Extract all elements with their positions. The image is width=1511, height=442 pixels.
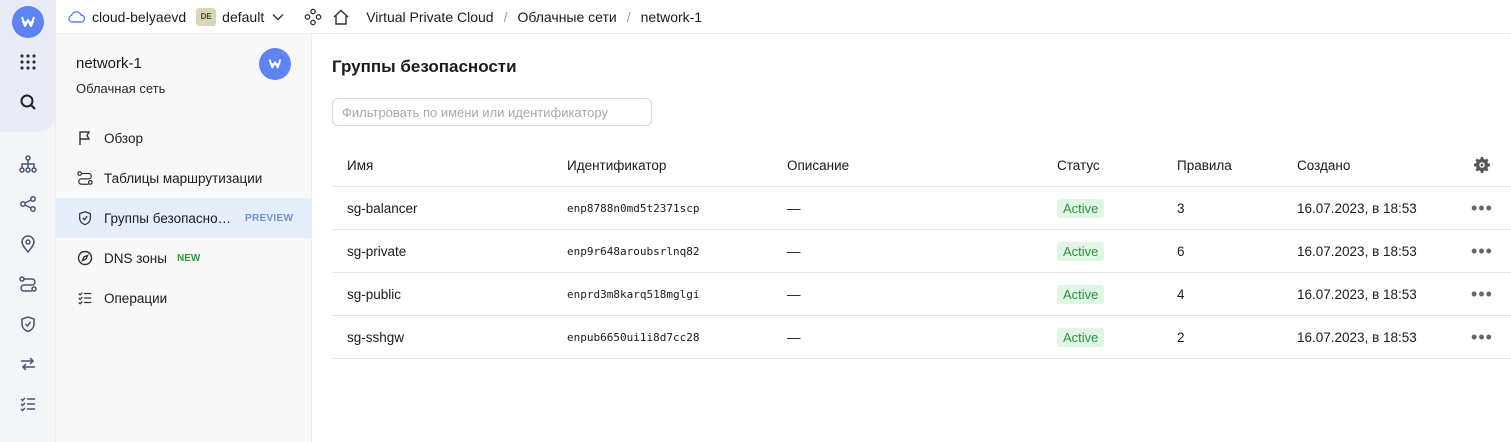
cell-name: sg-sshgw (347, 329, 405, 345)
services-icon[interactable] (304, 8, 322, 26)
table-row[interactable]: sg-sshgw enpub6650ui1i8d7cc28 — Active 2… (332, 316, 1511, 359)
page-title: Группы безопасности (332, 57, 517, 76)
cell-rules: 2 (1177, 329, 1185, 345)
chevron-down-icon (272, 13, 284, 21)
cell-description: — (787, 286, 801, 302)
table-header: Имя Идентификатор Описание Статус Правил… (332, 144, 1511, 187)
cell-id: enp9r648aroubsrlnq82 (567, 244, 700, 258)
cell-status: Active (1057, 187, 1105, 229)
status-badge: Active (1057, 198, 1105, 218)
sidebar-item-label: Операции (104, 290, 168, 306)
top-bar: cloud-belyaevd DE default Virtual Privat… (56, 0, 1511, 34)
sidebar-item-security-groups[interactable]: Группы безопасности PREVIEW (56, 198, 312, 238)
cell-status: Active (1057, 230, 1105, 272)
cloud-selector[interactable]: cloud-belyaevd (68, 9, 186, 25)
main-content: Группы безопасности Имя Идентификатор Оп… (312, 34, 1511, 442)
cell-id: enprd3m8karq518mglgi (567, 287, 700, 301)
vpc-service-icon (259, 48, 291, 80)
transfer-icon[interactable] (16, 352, 40, 376)
breadcrumb-vpc[interactable]: Virtual Private Cloud (366, 9, 493, 25)
column-header-name[interactable]: Имя (347, 144, 373, 186)
shield-icon (76, 209, 94, 227)
folder-selector[interactable]: DE default (196, 7, 284, 26)
preview-tag: PREVIEW (245, 212, 294, 224)
cell-name: sg-private (347, 243, 407, 259)
shield-icon[interactable] (16, 312, 40, 336)
column-header-rules[interactable]: Правила (1177, 144, 1232, 186)
cell-rules: 4 (1177, 286, 1185, 302)
route-icon[interactable] (16, 272, 40, 296)
cell-name: sg-public (347, 286, 402, 302)
cloud-name: cloud-belyaevd (92, 8, 187, 25)
app-rail (0, 0, 56, 442)
home-icon[interactable] (332, 8, 350, 26)
compass-icon (76, 249, 94, 267)
sidebar-item-overview[interactable]: Обзор (56, 118, 312, 158)
cell-description: — (787, 243, 801, 259)
sidebar-item-dns-zones[interactable]: DNS зоны NEW (56, 238, 312, 278)
column-header-id[interactable]: Идентификатор (567, 144, 666, 186)
apps-grid-icon[interactable] (16, 50, 40, 74)
row-actions-icon[interactable]: ••• (1462, 273, 1502, 315)
breadcrumb-separator: / (626, 8, 631, 25)
column-header-status[interactable]: Статус (1057, 144, 1100, 186)
network-sidebar: network-1 Облачная сеть Обзор Таблицы ма… (56, 34, 312, 442)
status-badge: Active (1057, 327, 1105, 347)
row-actions-icon[interactable]: ••• (1462, 230, 1502, 272)
location-icon[interactable] (16, 232, 40, 256)
cell-status: Active (1057, 316, 1105, 358)
cell-created: 16.07.2023, в 18:53 (1297, 243, 1417, 259)
list-check-icon (76, 289, 94, 307)
table-row[interactable]: sg-balancer enp8788n0md5t2371scp — Activ… (332, 187, 1511, 230)
cell-rules: 6 (1177, 243, 1185, 259)
sidebar-item-route-tables[interactable]: Таблицы маршрутизации (56, 158, 312, 198)
cell-id: enpub6650ui1i8d7cc28 (567, 330, 700, 344)
folder-badge: DE (196, 7, 217, 26)
row-actions-icon[interactable]: ••• (1462, 187, 1502, 229)
route-icon (76, 169, 94, 187)
sidebar-item-label: Таблицы маршрутизации (104, 170, 263, 186)
nodes-icon[interactable] (16, 192, 40, 216)
column-header-created[interactable]: Создано (1297, 144, 1350, 186)
filter-input[interactable] (332, 98, 652, 126)
breadcrumb: Virtual Private Cloud / Облачные сети / … (366, 9, 702, 25)
status-badge: Active (1057, 241, 1105, 261)
breadcrumb-current: network-1 (640, 8, 703, 25)
new-tag: NEW (176, 252, 201, 264)
table-row[interactable]: sg-private enp9r648aroubsrlnq82 — Active… (332, 230, 1511, 273)
flag-icon (76, 129, 94, 147)
folder-name: default (222, 8, 265, 25)
network-icon[interactable] (16, 152, 40, 176)
breadcrumb-networks[interactable]: Облачные сети (517, 9, 616, 25)
cell-name: sg-balancer (347, 200, 418, 216)
sidebar-item-operations[interactable]: Операции (56, 278, 312, 318)
status-badge: Active (1057, 284, 1105, 304)
breadcrumb-separator: / (503, 8, 508, 25)
table-row[interactable]: sg-public enprd3m8karq518mglgi — Active … (332, 273, 1511, 316)
cell-id: enp8788n0md5t2371scp (567, 201, 700, 215)
sidebar-subtitle: Облачная сеть (76, 81, 166, 96)
sidebar-item-label: Обзор (104, 130, 143, 146)
cell-status: Active (1057, 273, 1105, 315)
column-header-description[interactable]: Описание (787, 144, 849, 186)
security-groups-table: Имя Идентификатор Описание Статус Правил… (332, 144, 1511, 359)
table-settings-icon[interactable] (1462, 144, 1502, 186)
sidebar-title: network-1 (76, 55, 142, 72)
sidebar-item-label: Группы безопасности (104, 210, 232, 226)
search-icon[interactable] (16, 90, 40, 114)
cell-created: 16.07.2023, в 18:53 (1297, 200, 1417, 216)
cell-description: — (787, 329, 801, 345)
cell-created: 16.07.2023, в 18:53 (1297, 329, 1417, 345)
cloud-icon (68, 10, 85, 23)
yandex-cloud-logo-icon[interactable] (12, 6, 44, 38)
row-actions-icon[interactable]: ••• (1462, 316, 1502, 358)
cell-description: — (787, 200, 801, 216)
cell-created: 16.07.2023, в 18:53 (1297, 286, 1417, 302)
sidebar-item-label: DNS зоны (104, 250, 167, 266)
list-check-icon[interactable] (16, 392, 40, 416)
cell-rules: 3 (1177, 200, 1185, 216)
